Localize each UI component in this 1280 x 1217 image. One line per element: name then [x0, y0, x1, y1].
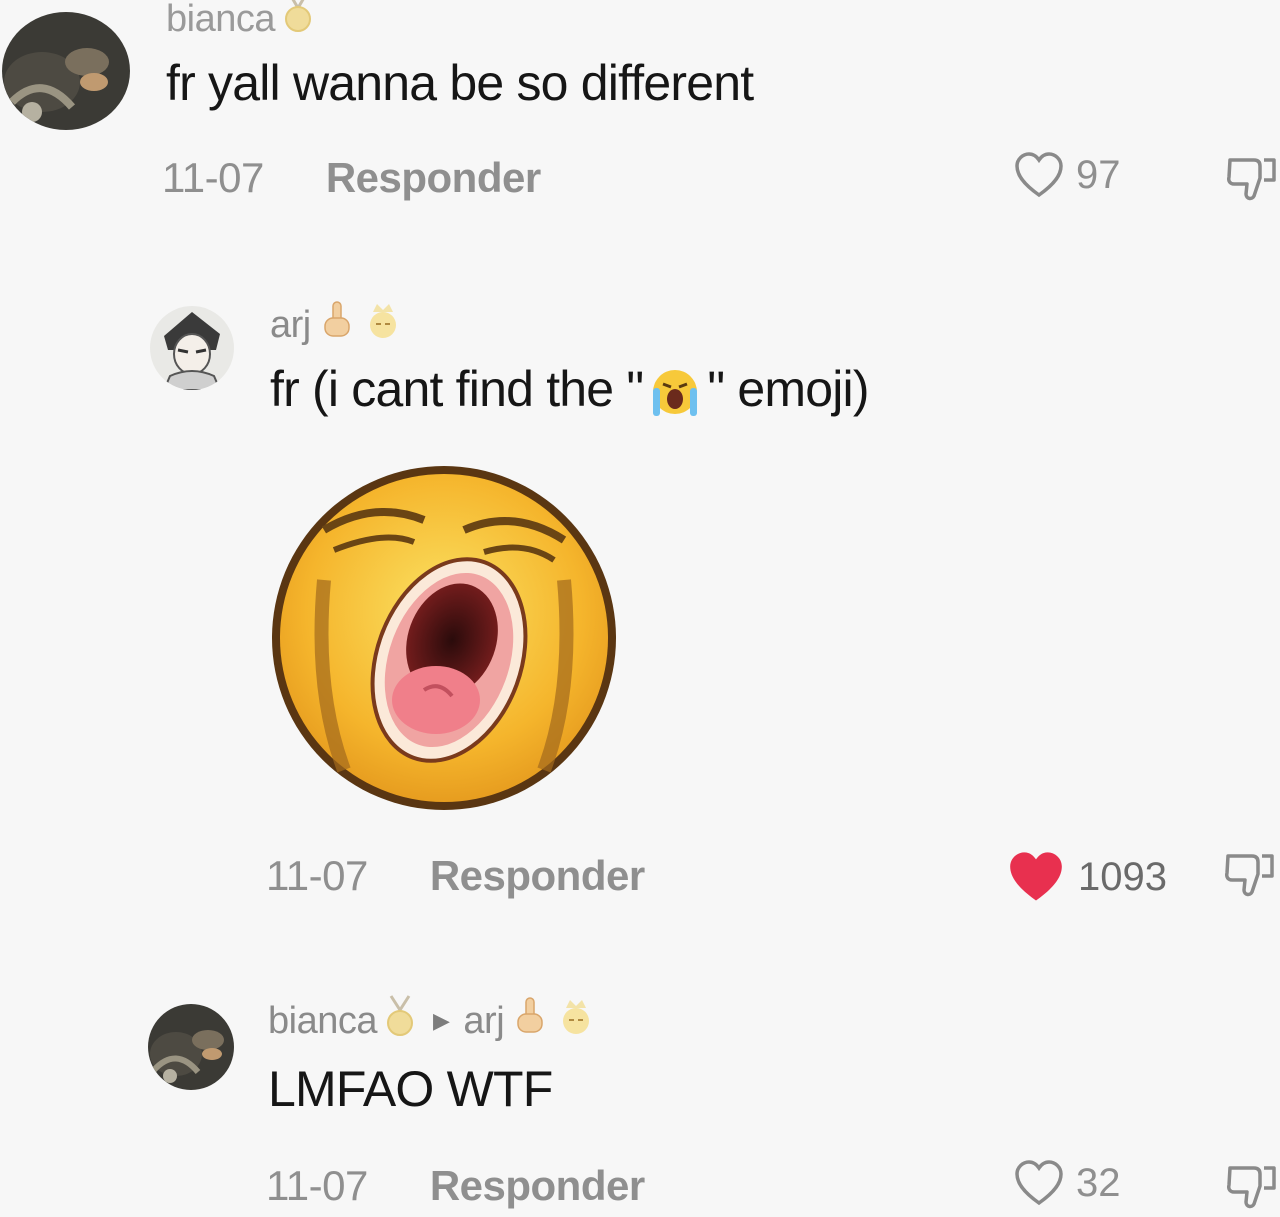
crowned-face-badge-icon [363, 300, 403, 350]
comment-3: bianca ▶ arj LMFAO WTF 11-07 Responder 3… [0, 980, 1280, 1210]
comment-meta: 11-07 Responder [266, 1162, 645, 1210]
comment-meta: 11-07 Responder [266, 852, 645, 900]
comment-2: arj fr (i cant find the " " emoji) 11-07… [0, 290, 1280, 930]
like-count: 97 [1076, 152, 1121, 197]
reply-button[interactable]: Responder [326, 154, 541, 202]
comment-text: fr (i cant find the " " emoji) [270, 360, 870, 422]
dislike-button[interactable] [1224, 1160, 1280, 1217]
medal-badge-icon [383, 994, 417, 1048]
username-row: bianca [166, 0, 315, 44]
thumbs-down-icon [1227, 158, 1276, 201]
comment-date: 11-07 [266, 852, 368, 899]
heart-outline-icon [1015, 1160, 1063, 1206]
like-button[interactable]: 1093 [1006, 850, 1167, 904]
dislike-button[interactable] [1224, 152, 1280, 209]
reply-to-username[interactable]: arj [463, 1000, 504, 1043]
comment-date: 11-07 [266, 1162, 368, 1209]
medal-badge-icon [281, 0, 315, 44]
thumbs-down-icon [1225, 854, 1274, 897]
reply-button[interactable]: Responder [430, 1162, 645, 1210]
username[interactable]: arj [270, 304, 311, 347]
raised-finger-badge-icon [317, 300, 357, 350]
loudly-crying-face-icon [647, 364, 703, 422]
username[interactable]: bianca [268, 1000, 377, 1043]
avatar[interactable] [148, 1004, 234, 1090]
heart-filled-icon [1010, 852, 1062, 901]
comment-text: LMFAO WTF [268, 1061, 553, 1117]
dislike-button[interactable] [1222, 848, 1278, 905]
like-count: 1093 [1078, 854, 1167, 899]
reply-button[interactable]: Responder [430, 852, 645, 900]
like-button[interactable]: 32 [1014, 1160, 1121, 1206]
avatar[interactable] [2, 12, 130, 130]
comment-date: 11-07 [162, 154, 264, 201]
like-count: 32 [1076, 1160, 1121, 1205]
username-row: arj [270, 300, 403, 350]
thumbs-down-icon [1227, 1166, 1276, 1209]
comment-meta: 11-07 Responder [162, 154, 541, 202]
comment-text: fr yall wanna be so different [166, 55, 754, 111]
avatar[interactable] [150, 306, 234, 390]
comment-text-start: fr (i cant find the " [270, 361, 644, 417]
crowned-face-badge-icon [556, 996, 596, 1046]
reply-arrow-icon: ▶ [432, 1008, 450, 1033]
raised-finger-badge-icon [510, 996, 550, 1046]
comment-1: bianca fr yall wanna be so different 11-… [0, 0, 1280, 240]
comment-text-end: " emoji) [707, 361, 869, 417]
username-row: bianca ▶ arj [268, 994, 596, 1048]
like-button[interactable]: 97 [1014, 152, 1121, 198]
username[interactable]: bianca [166, 0, 275, 41]
crying-face-sticker-image[interactable] [264, 460, 624, 820]
heart-outline-icon [1015, 152, 1063, 198]
